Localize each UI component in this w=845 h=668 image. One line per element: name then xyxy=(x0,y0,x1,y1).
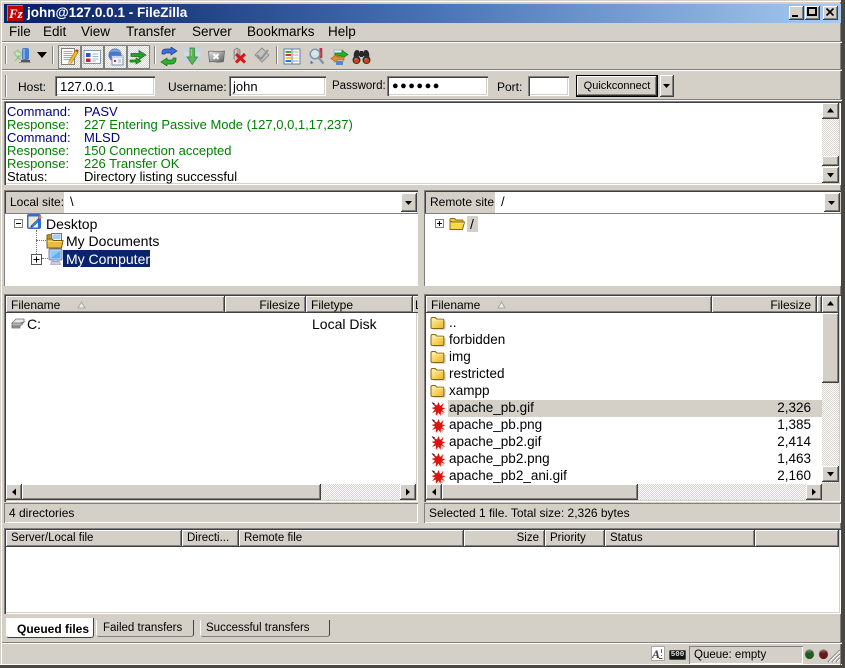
svg-text:A: A xyxy=(652,647,660,660)
svg-text:Fz: Fz xyxy=(8,6,23,21)
